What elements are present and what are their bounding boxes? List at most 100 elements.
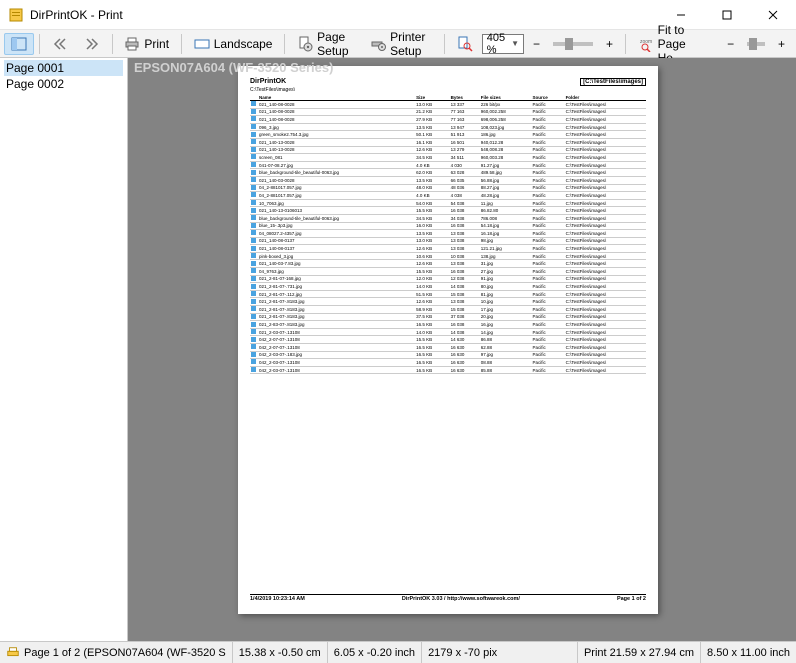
table-row: 04_2-881017.057.jpg4.0 KB4 03848.28.jpgP… bbox=[250, 192, 646, 200]
table-row: 021_2-83-07-.8183.jpg16.5 KB16 03816.jpg… bbox=[250, 321, 646, 329]
page-setup-button[interactable]: Page Setup bbox=[290, 33, 361, 55]
preview-area[interactable]: EPSON07A604 (WF-3520 Series) DirPrintOK … bbox=[128, 58, 796, 641]
page-footer: 1/4/2019 10:23:14 AM DirPrintOK 3.03 / h… bbox=[250, 594, 646, 602]
printer-setup-label: Printer Setup bbox=[390, 30, 432, 58]
file-icon bbox=[251, 139, 256, 144]
file-icon bbox=[251, 208, 256, 213]
file-icon bbox=[251, 185, 256, 190]
table-row: pink-boxed_3.jpg10.6 KB10 038138.jpgPaci… bbox=[250, 252, 646, 260]
file-icon bbox=[251, 101, 256, 106]
footer-app-info: DirPrintOK 3.03 / http://www.softwareok.… bbox=[402, 596, 520, 602]
slider-thumb[interactable] bbox=[749, 38, 757, 50]
file-icon bbox=[251, 306, 256, 311]
table-row: 042_2-07-07-.1310816.5 KB16 63062.88Paci… bbox=[250, 344, 646, 352]
file-icon bbox=[251, 367, 256, 372]
table-row: 04_08027.2-4357.jpg13.5 KB13 03816.18.jp… bbox=[250, 230, 646, 238]
footer-timestamp: 1/4/2019 10:23:14 AM bbox=[250, 596, 305, 602]
table-row: blue_background-tile_beautiful-0063.jpg6… bbox=[250, 169, 646, 177]
toggle-sidebar-button[interactable] bbox=[4, 33, 34, 55]
window-title: DirPrintOK - Print bbox=[30, 8, 658, 22]
file-icon bbox=[251, 116, 256, 121]
fit-out-button[interactable]: − bbox=[720, 33, 741, 55]
table-row: 021_140-13-002816.1 KB16 501940,012.28Pa… bbox=[250, 138, 646, 146]
file-listing-table: NameSizeBytesFile sizesSourceFolder 021_… bbox=[250, 95, 646, 374]
table-row: 042_2-03-07-.183.jpg16.5 KB16 63097.jpgP… bbox=[250, 351, 646, 359]
file-icon bbox=[251, 359, 256, 364]
file-icon bbox=[251, 291, 256, 296]
printer-setup-button[interactable]: Printer Setup bbox=[363, 33, 439, 55]
zoom-combo[interactable]: 405 % ▼ bbox=[482, 34, 524, 54]
file-icon bbox=[251, 253, 256, 258]
table-row: 021_2-81-07-.8183.jpg58.9 KB15 03817.jpg… bbox=[250, 306, 646, 314]
landscape-icon bbox=[194, 36, 210, 52]
table-row: 021_140-13-002812.6 KB13 279548,008.28Pa… bbox=[250, 146, 646, 154]
table-row: 041-07-08.27.jpg4.0 KB4 03091.27.jpgPaci… bbox=[250, 161, 646, 169]
file-icon bbox=[251, 177, 256, 182]
separator bbox=[39, 34, 40, 54]
file-icon bbox=[251, 147, 256, 152]
file-icon bbox=[251, 215, 256, 220]
table-row: 021_140-08-002821.2 KB77 163960,002.258P… bbox=[250, 108, 646, 116]
print-label: Print bbox=[144, 37, 169, 51]
separator bbox=[112, 34, 113, 54]
table-row: 021_2-81-07-.8183.jpg37.5 KB37 03820.jpg… bbox=[250, 313, 646, 321]
table-row: 021_2-81-07-.8183.jpg12.6 KB13 03810.jpg… bbox=[250, 298, 646, 306]
magnifier-page-icon bbox=[457, 36, 473, 52]
plus-icon: + bbox=[606, 37, 613, 51]
print-button[interactable]: Print bbox=[117, 33, 176, 55]
separator bbox=[625, 34, 626, 54]
page-list-item[interactable]: Page 0002 bbox=[4, 76, 123, 92]
plus-icon: + bbox=[778, 37, 785, 51]
close-button[interactable] bbox=[750, 0, 796, 29]
file-icon bbox=[251, 162, 256, 167]
fit-button[interactable]: zoom Fit to Page He... bbox=[631, 33, 718, 55]
status-pix: 2179 x -70 pix bbox=[422, 642, 578, 663]
slider-thumb[interactable] bbox=[565, 38, 573, 50]
file-icon bbox=[251, 337, 256, 342]
table-row: 021_2-03-07-.1310814.0 KB14 03814.jpgPac… bbox=[250, 328, 646, 336]
table-row: 021_140-03-002813.5 KB66 03556.88.jpgPac… bbox=[250, 176, 646, 184]
table-row: 04_2-881017.057.jpg48.0 KB48 03688.27.jp… bbox=[250, 184, 646, 192]
zoom-slider[interactable] bbox=[553, 42, 593, 46]
printer-icon bbox=[124, 36, 140, 52]
printer-icon bbox=[6, 646, 20, 660]
file-icon bbox=[251, 322, 256, 327]
status-cm: 15.38 x -0.50 cm bbox=[233, 642, 328, 663]
page-setup-icon bbox=[297, 36, 313, 52]
file-icon bbox=[251, 230, 256, 235]
file-icon bbox=[251, 200, 256, 205]
zoom-icon-button[interactable] bbox=[450, 33, 480, 55]
table-row: 04_9763.jpg15.5 KB16 03827.jpgPacificC:\… bbox=[250, 268, 646, 276]
page-subpath: C:\TestFiles\images\ bbox=[250, 87, 646, 93]
sidebar-icon bbox=[11, 36, 27, 52]
table-row: 10_7063.jpg54.0 KB54 03811.jpgPacificC:\… bbox=[250, 199, 646, 207]
table-row: blue_15-.3p3.jpg16.0 KB16 03854.18.jpgPa… bbox=[250, 222, 646, 230]
content-area: Page 0001 Page 0002 EPSON07A604 (WF-3520… bbox=[0, 58, 796, 641]
table-row: 021_140-08-002827.9 KB77 163698,006.258P… bbox=[250, 116, 646, 124]
table-row: 042_2-03-07-.1310816.5 KB16 63085.88Paci… bbox=[250, 366, 646, 374]
table-row: 021_2-81-07-168.jpg12.0 KB12 03891.jpgPa… bbox=[250, 275, 646, 283]
fit-slider[interactable] bbox=[747, 42, 765, 46]
next-page-button[interactable] bbox=[77, 33, 107, 55]
landscape-button[interactable]: Landscape bbox=[187, 33, 280, 55]
table-row: 021_2-81-07-.112.jpg51.5 KB15 03881.jpgP… bbox=[250, 290, 646, 298]
separator bbox=[444, 34, 445, 54]
statusbar: Page 1 of 2 (EPSON07A604 (WF-3520 S 15.3… bbox=[0, 641, 796, 663]
table-row: 021_140-08-013713.0 KB13 03898.jpgPacifi… bbox=[250, 237, 646, 245]
printer-name-label: EPSON07A604 (WF-3520 Series) bbox=[134, 60, 333, 75]
table-row: green_smoke2.754.3.jpg50.1 KB51 913186.j… bbox=[250, 131, 646, 139]
prev-page-button[interactable] bbox=[45, 33, 75, 55]
fit-in-button[interactable]: + bbox=[771, 33, 792, 55]
file-icon bbox=[251, 314, 256, 319]
zoom-value: 405 % bbox=[487, 32, 505, 56]
landscape-label: Landscape bbox=[214, 37, 273, 51]
page-list-item[interactable]: Page 0001 bbox=[4, 60, 123, 76]
file-icon bbox=[251, 192, 256, 197]
footer-page-number: Page 1 of 2 bbox=[617, 596, 646, 602]
file-icon bbox=[251, 238, 256, 243]
zoom-in-button[interactable]: + bbox=[599, 33, 620, 55]
toolbar: Print Landscape Page Setup Printer Setup… bbox=[0, 30, 796, 58]
file-icon bbox=[251, 276, 256, 281]
zoom-out-button[interactable]: − bbox=[526, 33, 547, 55]
status-inch: 6.05 x -0.20 inch bbox=[328, 642, 422, 663]
